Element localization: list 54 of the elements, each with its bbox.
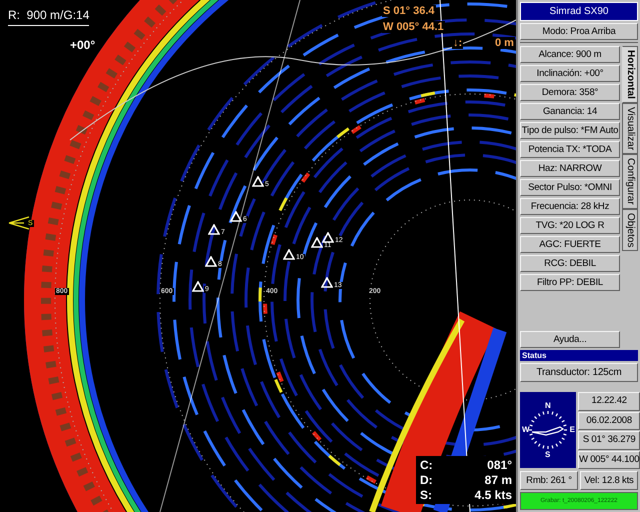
tilt-label: +00° — [70, 38, 96, 52]
panel-title: Simrad SX90 — [520, 2, 638, 21]
range-gain-label: R: 900 m/G:14 — [8, 8, 90, 26]
compass-east-label: E — [570, 425, 575, 434]
setting-button[interactable]: Potencia TX: *TODA — [520, 141, 620, 158]
target-marker-icon[interactable] — [311, 237, 323, 248]
mode-button[interactable]: Modo: Proa Arriba — [520, 23, 638, 40]
time-display: 12.22.42 — [578, 392, 640, 410]
readout-label: D: — [420, 473, 433, 487]
target-marker-icon[interactable] — [283, 249, 295, 260]
compass-west-label: W — [522, 425, 530, 434]
compass-south-label: S — [545, 450, 550, 459]
bearing-display: Rmb: 261 ° — [520, 471, 578, 490]
vertical-tab[interactable]: Visualizar — [622, 102, 638, 154]
longitude-display: W 005° 44.100 — [578, 450, 640, 469]
readout-value: 4.5 kts — [474, 488, 512, 502]
longitude-overlay: W 005° 44.1 — [382, 21, 445, 33]
setting-button[interactable]: Tipo de pulso: *FM Auto — [520, 122, 620, 139]
depth-value: 0 m — [494, 37, 515, 49]
setting-button[interactable]: Sector Pulso: *OMNI — [520, 179, 620, 196]
latitude-overlay: S 01° 36.4 — [382, 5, 436, 17]
setting-button[interactable]: Frecuencia: 28 kHz — [520, 198, 620, 215]
waypoint-icon — [8, 216, 30, 230]
setting-button[interactable]: TVG: *20 LOG R — [520, 217, 620, 234]
date-display: 06.02.2008 — [578, 412, 640, 430]
setting-button[interactable]: Inclinación: +00° — [520, 65, 620, 82]
depth-label: ↓: — [452, 37, 464, 49]
setting-button[interactable]: Filtro PP: DEBIL — [520, 274, 620, 291]
target-marker-icon[interactable] — [192, 281, 204, 292]
readout-value: 87 m — [484, 473, 512, 487]
vertical-tab[interactable]: Configurar — [622, 154, 638, 209]
status-title: Status — [520, 350, 638, 361]
target-marker-icon[interactable] — [230, 211, 242, 222]
help-button[interactable]: Ayuda... — [520, 331, 620, 348]
setting-button[interactable]: Alcance: 900 m — [520, 46, 620, 63]
setting-button[interactable]: Demora: 358° — [520, 84, 620, 101]
latitude-display: S 01° 36.279 — [578, 431, 640, 450]
setting-button[interactable]: AGC: FUERTE — [520, 236, 620, 253]
target-marker-icon[interactable] — [208, 224, 220, 235]
target-marker-icon[interactable] — [321, 277, 333, 288]
transducer-display: Transductor: 125cm — [520, 363, 638, 382]
compass-north-label: N — [545, 401, 551, 410]
readout-label: C: — [420, 458, 433, 472]
target-marker-icon[interactable] — [205, 256, 217, 267]
setting-button[interactable]: RCG: DEBIL — [520, 255, 620, 272]
setting-button[interactable]: Ganancia: 14 — [520, 103, 620, 120]
readout-value: 081° — [487, 458, 512, 472]
vertical-tab[interactable]: Horizontal — [622, 46, 638, 103]
setting-button[interactable]: Haz: NARROW — [520, 160, 620, 177]
target-marker-icon[interactable] — [322, 232, 334, 243]
vertical-tab[interactable]: Objetos — [622, 208, 638, 252]
speed-display: Vel: 12.8 kts — [580, 471, 638, 490]
readout-label: S: — [420, 488, 432, 502]
target-marker-icon[interactable] — [252, 176, 264, 187]
